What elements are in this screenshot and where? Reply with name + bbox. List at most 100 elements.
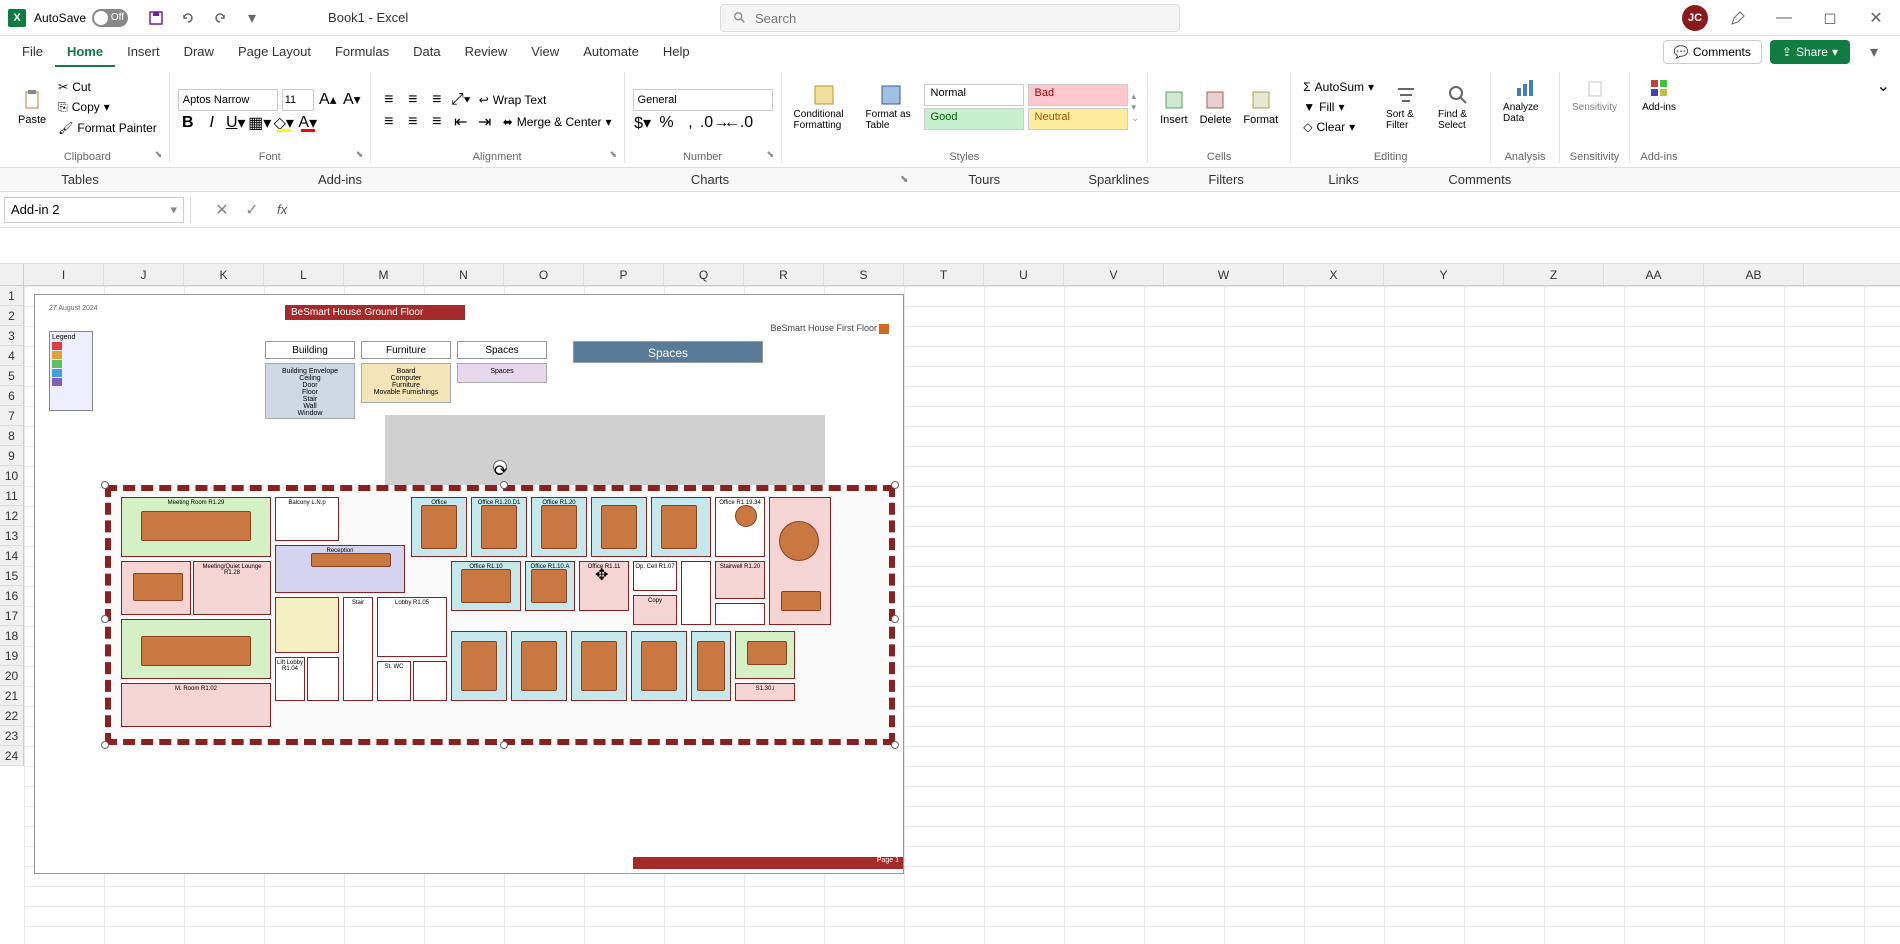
fp-tab-spaces[interactable]: Spaces [457,341,547,359]
italic-button[interactable]: I [202,113,222,133]
rotate-handle-icon[interactable]: ⟳ [493,460,507,474]
cells-area[interactable]: 27 August 2024 BeSmart House Ground Floo… [24,286,1900,944]
paste-button[interactable]: Paste [14,84,50,130]
row-header[interactable]: 15 [0,566,24,586]
resize-handle-w[interactable] [101,615,109,623]
menu-tab-help[interactable]: Help [651,38,702,67]
comma-format-icon[interactable]: , [681,113,701,133]
row-header[interactable]: 5 [0,366,24,386]
align-right-icon[interactable]: ≡ [427,112,447,132]
save-icon[interactable] [144,6,168,30]
column-header[interactable]: O [504,264,584,285]
insert-cells-button[interactable]: Insert [1156,84,1192,130]
dialog-launcher-icon[interactable]: ⬊ [356,149,368,161]
column-header[interactable]: K [184,264,264,285]
floorplan-link[interactable]: BeSmart House First Floor [770,323,889,334]
formula-input[interactable] [295,197,1896,223]
fp-card-furniture[interactable]: Board Computer Furniture Movable Furnish… [361,363,451,403]
fx-icon[interactable]: fx [277,202,287,217]
conditional-formatting-button[interactable]: Conditional Formatting [790,79,858,135]
column-header[interactable]: L [264,264,344,285]
user-avatar[interactable]: JC [1682,5,1708,31]
row-header[interactable]: 17 [0,606,24,626]
increase-decimal-icon[interactable]: .0→ [705,113,725,133]
row-header[interactable]: 8 [0,426,24,446]
column-header[interactable]: R [744,264,824,285]
font-color-button[interactable]: A▾ [298,113,318,133]
style-scroll-down-icon[interactable]: ▾ [1132,102,1140,113]
menu-tab-data[interactable]: Data [401,38,452,67]
row-header[interactable]: 14 [0,546,24,566]
dialog-launcher-icon[interactable]: ⬊ [900,174,908,187]
embedded-floorplan-object[interactable]: 27 August 2024 BeSmart House Ground Floo… [34,294,904,874]
row-header[interactable]: 11 [0,486,24,506]
decrease-decimal-icon[interactable]: ←.0 [729,113,749,133]
dialog-launcher-icon[interactable]: ⬊ [610,149,622,161]
formula-enter-icon[interactable]: ✓ [241,199,263,221]
resize-handle-e[interactable] [891,615,899,623]
format-as-table-button[interactable]: Format as Table [862,79,920,135]
column-header[interactable]: V [1064,264,1164,285]
bold-button[interactable]: B [178,113,198,133]
row-header[interactable]: 24 [0,746,24,766]
pen-icon[interactable] [1726,6,1750,30]
ribbon2-tab-charts[interactable]: Charts [520,172,900,187]
copy-button[interactable]: ⎘Copy▾ [54,98,161,117]
analyze-data-button[interactable]: Analyze Data [1499,72,1551,142]
row-header[interactable]: 13 [0,526,24,546]
row-header[interactable]: 4 [0,346,24,366]
column-header[interactable]: X [1284,264,1384,285]
column-header[interactable]: W [1164,264,1284,285]
increase-font-icon[interactable]: A▴ [318,90,338,110]
align-top-icon[interactable]: ≡ [379,90,399,110]
ribbon2-tab-add-ins[interactable]: Add-ins [160,172,520,187]
column-header[interactable]: AA [1604,264,1704,285]
border-button[interactable]: ▦▾ [250,113,270,133]
close-icon[interactable]: ✕ [1864,6,1888,30]
menu-tab-review[interactable]: Review [453,38,520,67]
align-bottom-icon[interactable]: ≡ [427,90,447,110]
decrease-font-icon[interactable]: A▾ [342,90,362,110]
menu-tab-view[interactable]: View [519,38,571,67]
fill-button[interactable]: ▼Fill▾ [1299,98,1378,116]
ribbon2-tab-tables[interactable]: Tables [0,172,160,187]
column-header[interactable]: Y [1384,264,1504,285]
delete-cells-button[interactable]: Delete [1196,84,1236,130]
row-header[interactable]: 3 [0,326,24,346]
menu-tab-formulas[interactable]: Formulas [323,38,401,67]
undo-icon[interactable] [176,6,200,30]
menu-tab-home[interactable]: Home [55,38,115,67]
ribbon-collapse-icon[interactable]: ⌄ [1873,72,1894,163]
column-header[interactable]: T [904,264,984,285]
align-middle-icon[interactable]: ≡ [403,90,423,110]
search-input[interactable] [755,11,1167,26]
cell-style-good[interactable]: Good [924,108,1024,130]
fp-tab-spaces-big[interactable]: Spaces [573,341,763,363]
column-header[interactable]: P [584,264,664,285]
sensitivity-button[interactable]: Sensitivity [1568,72,1621,142]
sort-filter-button[interactable]: Sort & Filter [1382,79,1430,135]
column-header[interactable]: M [344,264,424,285]
align-center-icon[interactable]: ≡ [403,112,423,132]
menu-tab-automate[interactable]: Automate [571,38,651,67]
worksheet-grid[interactable]: IJKLMNOPQRSTUVWXYZAAAB 12345678910111213… [0,264,1900,944]
underline-button[interactable]: U▾ [226,113,246,133]
decrease-indent-icon[interactable]: ⇤ [451,112,471,132]
menu-tab-draw[interactable]: Draw [172,38,226,67]
row-header[interactable]: 10 [0,466,24,486]
orientation-icon[interactable]: ⤢▾ [451,90,471,110]
resize-handle-s[interactable] [500,741,508,749]
column-header[interactable]: AB [1704,264,1804,285]
dialog-launcher-icon[interactable]: ⬊ [767,149,779,161]
menu-tab-page-layout[interactable]: Page Layout [226,38,323,67]
column-header[interactable]: S [824,264,904,285]
accounting-format-icon[interactable]: $▾ [633,113,653,133]
cell-style-normal[interactable]: Normal [924,84,1024,106]
fp-card-spaces[interactable]: Spaces [457,363,547,383]
ribbon2-tab-tours[interactable]: Tours [908,172,1028,187]
chevron-down-icon[interactable]: ▾ [170,202,177,218]
column-header[interactable]: N [424,264,504,285]
row-header[interactable]: 19 [0,646,24,666]
fp-tab-furniture[interactable]: Furniture [361,341,451,359]
resize-handle-n[interactable] [500,481,508,489]
